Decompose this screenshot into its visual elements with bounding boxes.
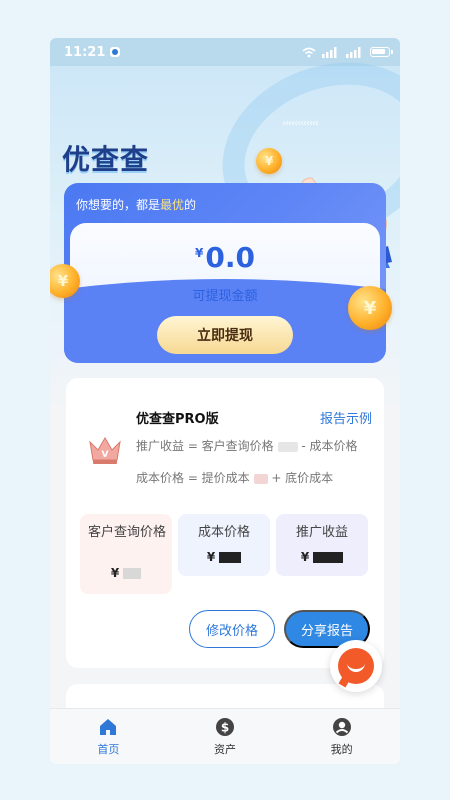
arrows-decoration: ‹‹‹‹‹‹‹‹‹‹‹‹ xyxy=(282,118,319,129)
withdraw-button[interactable]: 立即提现 xyxy=(157,316,293,354)
battery-icon xyxy=(370,47,393,57)
balance-amount: ¥0.0 xyxy=(195,241,255,274)
balance-label: 可提现金额 xyxy=(192,289,258,304)
masked-value xyxy=(253,473,268,484)
wallet-card: 你想要的，都是最优的 ¥0.0 可提现金额 立即提现 xyxy=(64,183,386,363)
svg-text:$: $ xyxy=(221,720,229,734)
price-box-value: ¥ xyxy=(80,566,172,580)
app-logo: 优查查 xyxy=(62,143,150,176)
signal-icon xyxy=(322,46,337,58)
cost-price-box[interactable]: 成本价格 ¥ xyxy=(178,514,270,576)
user-icon xyxy=(332,717,351,736)
wifi-icon xyxy=(302,47,316,57)
tab-home[interactable]: 首页 xyxy=(50,709,167,764)
tagline-highlight: 最优 xyxy=(160,198,185,212)
price-box-value: ¥ xyxy=(178,550,270,564)
home-icon xyxy=(100,718,117,735)
tab-label: 我的 xyxy=(330,742,353,756)
coin-icon: ¥ xyxy=(256,148,282,174)
notification-icon xyxy=(110,47,121,57)
pro-title: 优查查PRO版 xyxy=(136,412,219,427)
masked-value xyxy=(219,552,242,563)
price-box-label: 成本价格 xyxy=(197,525,250,540)
bottom-tab-bar: 首页 $ 资产 我的 xyxy=(50,708,400,764)
tab-label: 首页 xyxy=(97,742,120,756)
dollar-icon: $ xyxy=(216,717,234,736)
pro-card: V 优查查PRO版 报告示例 推广收益 = 客户查询价格 - 成本价格 成本价格… xyxy=(66,378,384,668)
tab-mine[interactable]: 我的 xyxy=(283,709,400,764)
formula-cost-price: 成本价格 = 提价成本 + 底价成本 xyxy=(136,471,334,485)
masked-value xyxy=(277,441,298,452)
modify-price-button[interactable]: 修改价格 xyxy=(189,610,275,648)
price-box-value: ¥ xyxy=(276,550,368,564)
signal-icon-2 xyxy=(346,46,361,58)
chat-icon xyxy=(338,648,374,684)
masked-value xyxy=(123,568,142,579)
formula-promo-income: 推广收益 = 客户查询价格 - 成本价格 xyxy=(136,439,358,453)
crown-icon: V xyxy=(89,437,121,464)
tab-assets[interactable]: $ 资产 xyxy=(167,709,284,764)
price-box-label: 推广收益 xyxy=(295,525,348,540)
customer-service-button[interactable] xyxy=(330,640,382,692)
price-box-label: 客户查询价格 xyxy=(88,525,167,540)
report-example-link[interactable]: 报告示例 xyxy=(320,408,372,427)
customer-price-box[interactable]: 客户查询价格 ¥ xyxy=(80,514,172,594)
wallet-tagline: 你想要的，都是最优的 xyxy=(76,198,197,212)
coin-icon-right: ¥ xyxy=(348,286,392,330)
masked-value xyxy=(313,552,344,563)
tab-label: 资产 xyxy=(214,742,236,756)
promo-income-box[interactable]: 推广收益 ¥ xyxy=(276,514,368,576)
status-time: 11:21 xyxy=(64,44,106,60)
app-screen: 11:21 ‹‹‹‹‹‹‹‹‹‹‹‹ 优查查 ¥ 你想要的，都是最优的 ¥0.0… xyxy=(50,38,400,764)
svg-text:V: V xyxy=(102,450,109,460)
